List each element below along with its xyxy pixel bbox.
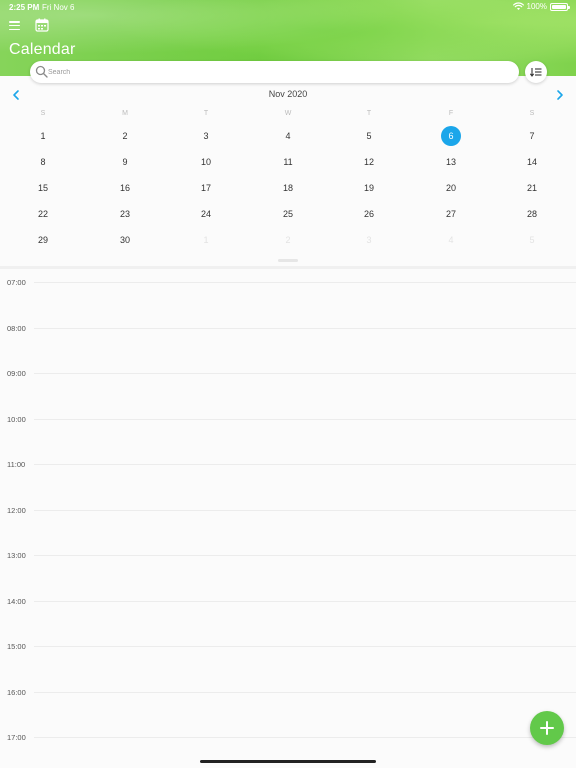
hour-gridline <box>34 418 576 420</box>
month-label: Nov 2020 <box>268 89 308 99</box>
day-cell[interactable]: 27 <box>441 204 461 224</box>
day-cell[interactable]: 25 <box>278 204 298 224</box>
chevron-right-icon[interactable] <box>554 89 566 101</box>
weekday-label: T <box>203 110 209 117</box>
search-icon <box>35 65 48 78</box>
status-indicators: 100% <box>512 2 570 11</box>
day-cell[interactable]: 20 <box>441 178 461 198</box>
battery-icon <box>550 2 570 11</box>
day-cell[interactable]: 22 <box>33 204 53 224</box>
hour-label: 08:00 <box>7 323 26 333</box>
search-input[interactable] <box>48 64 508 80</box>
day-cell[interactable]: 24 <box>196 204 216 224</box>
hour-gridline <box>34 464 576 465</box>
day-cell[interactable]: 1 <box>196 230 216 250</box>
day-cell[interactable]: 4 <box>278 126 298 146</box>
day-cell[interactable]: 19 <box>359 178 379 198</box>
day-cell-selected[interactable]: 6 <box>441 126 461 146</box>
hour-label: 17:00 <box>7 733 26 742</box>
hour-gridline <box>34 282 576 283</box>
weekday-label: S <box>40 110 46 117</box>
weekday-header: SMTWTFS <box>0 110 576 120</box>
day-cell[interactable]: 23 <box>115 204 135 224</box>
weekday-label: F <box>448 110 454 117</box>
day-cell[interactable]: 13 <box>441 152 461 172</box>
day-cell[interactable]: 21 <box>522 178 542 198</box>
weekday-label: S <box>529 110 535 117</box>
day-cell[interactable]: 9 <box>115 152 135 172</box>
sort-button[interactable] <box>525 61 547 83</box>
day-cell[interactable]: 16 <box>115 178 135 198</box>
calendar-icon[interactable] <box>35 18 49 32</box>
hour-label: 13:00 <box>7 551 26 560</box>
page-title: Calendar <box>9 41 76 58</box>
weekday-label: M <box>122 110 128 117</box>
drag-handle[interactable] <box>278 259 298 262</box>
hour-label: 15:00 <box>7 642 26 651</box>
hour-gridline <box>34 373 576 374</box>
day-cell[interactable]: 15 <box>33 178 53 198</box>
hour-gridline <box>34 509 576 511</box>
search-bar[interactable] <box>30 61 519 83</box>
weekday-label: W <box>284 110 292 117</box>
battery-percent: 100% <box>526 2 547 11</box>
hour-label: 16:00 <box>7 687 26 697</box>
month-navigation: Nov 2020 <box>0 86 576 104</box>
day-cell[interactable]: 3 <box>359 230 379 250</box>
day-cell[interactable]: 2 <box>278 230 298 250</box>
status-time: 2:25 PM <box>9 3 40 12</box>
day-cell[interactable]: 4 <box>441 230 461 250</box>
day-cell[interactable]: 18 <box>278 178 298 198</box>
day-cell[interactable]: 14 <box>522 152 542 172</box>
hour-label: 09:00 <box>7 369 26 378</box>
day-cell[interactable]: 5 <box>522 230 542 250</box>
hour-label: 12:00 <box>7 505 26 515</box>
day-cell[interactable]: 2 <box>115 126 135 146</box>
status-date: Fri Nov 6 <box>42 3 75 12</box>
day-cell[interactable]: 8 <box>33 152 53 172</box>
day-cell[interactable]: 10 <box>196 152 216 172</box>
menu-icon[interactable] <box>9 21 20 31</box>
hour-gridline <box>34 691 576 693</box>
day-cell[interactable]: 11 <box>278 152 298 172</box>
add-event-button[interactable] <box>530 711 564 745</box>
day-cell[interactable]: 26 <box>359 204 379 224</box>
status-bar: 2:25 PM Fri Nov 6 100% <box>0 0 576 14</box>
plus-icon <box>540 721 554 735</box>
hour-gridline <box>34 737 576 738</box>
day-cell[interactable]: 3 <box>196 126 216 146</box>
day-cell[interactable]: 7 <box>522 126 542 146</box>
weekday-label: T <box>366 110 372 117</box>
home-indicator <box>200 760 376 763</box>
wifi-icon <box>512 2 524 10</box>
day-cell[interactable]: 12 <box>359 152 379 172</box>
hour-label: 10:00 <box>7 414 26 424</box>
hour-gridline <box>34 600 576 602</box>
hour-gridline <box>34 555 576 556</box>
day-cell[interactable]: 5 <box>359 126 379 146</box>
hour-label: 14:00 <box>7 596 26 606</box>
section-divider <box>0 266 576 269</box>
sort-icon <box>530 68 542 77</box>
day-cell[interactable]: 1 <box>33 126 53 146</box>
hour-label: 11:00 <box>7 460 26 469</box>
hour-label: 07:00 <box>7 278 26 287</box>
day-cell[interactable]: 28 <box>522 204 542 224</box>
hour-gridline <box>34 327 576 329</box>
day-cell[interactable]: 29 <box>33 230 53 250</box>
hour-gridline <box>34 646 576 647</box>
day-timeline[interactable]: 07:00 08:00 09:00 10:00 11:00 12:00 13:00 14:00… <box>0 270 576 768</box>
day-cell[interactable]: 17 <box>196 178 216 198</box>
day-cell[interactable]: 30 <box>115 230 135 250</box>
